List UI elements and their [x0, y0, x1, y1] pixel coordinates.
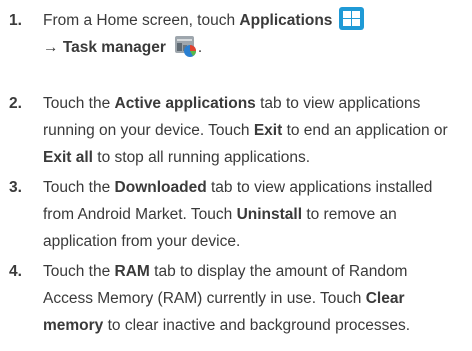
step-line: → Task manager . [43, 34, 468, 61]
bold-term: Applications [239, 12, 333, 29]
step-line: Touch the Downloaded tab to view applica… [43, 174, 468, 201]
step-line: Access Memory (RAM) currently in use. To… [43, 285, 468, 312]
text-run: to remove an [302, 206, 397, 223]
text-run: from Android Market. Touch [43, 206, 237, 223]
bold-term: Exit all [43, 149, 93, 166]
step-text: Touch the Active applications tab to vie… [43, 90, 468, 171]
bold-term: Uninstall [236, 206, 303, 223]
text-run: running on your device. Touch [43, 122, 254, 139]
text-run: Touch the [43, 95, 115, 112]
bold-term: RAM [114, 263, 150, 280]
text-run: tab to view applications [255, 95, 421, 112]
text-run: application from your device. [43, 233, 241, 250]
bold-term: memory [43, 317, 104, 334]
applications-grid-icon [339, 7, 365, 30]
step-line: from Android Market. Touch Uninstall to … [43, 201, 468, 228]
step-number: 4. [9, 263, 22, 280]
step-line: Touch the RAM tab to display the amount … [43, 258, 468, 285]
text-run: to stop all running applications. [92, 149, 311, 166]
task-manager-icon [174, 34, 198, 58]
arrow-glyph: → [43, 39, 59, 56]
step-line: memory to clear inactive and background … [43, 312, 468, 339]
bold-term: Clear [365, 290, 405, 307]
text-run: to clear inactive and background process… [103, 317, 411, 334]
step-text: From a Home screen, touch Applications →… [43, 7, 468, 61]
step-text: Touch the Downloaded tab to view applica… [43, 174, 468, 255]
text-run: tab to display the amount of Random [149, 263, 408, 280]
bold-term: Active applications [114, 95, 256, 112]
step-text: Touch the RAM tab to display the amount … [43, 258, 468, 339]
text-run: . [197, 39, 203, 56]
step-number: 3. [9, 179, 22, 196]
step-line: application from your device. [43, 228, 468, 255]
text-run: From a Home screen, touch [43, 12, 240, 29]
step-line: running on your device. Touch Exit to en… [43, 117, 468, 144]
text-run: tab to view applications installed [206, 179, 433, 196]
bold-term: Task manager [62, 39, 166, 56]
text-run: Touch the [43, 263, 115, 280]
text-run: Touch the [43, 179, 115, 196]
text-run: to end an application or [282, 122, 448, 139]
step-number: 1. [9, 12, 22, 29]
step-number: 2. [9, 95, 22, 112]
step-line: From a Home screen, touch Applications [43, 7, 468, 34]
instructions-page: 1. From a Home screen, touch Application… [0, 0, 472, 351]
bold-term: Downloaded [114, 179, 207, 196]
step-line: Touch the Active applications tab to vie… [43, 90, 468, 117]
text-run: Access Memory (RAM) currently in use. To… [43, 290, 366, 307]
step-line: Exit all to stop all running application… [43, 144, 468, 171]
bold-term: Exit [253, 122, 283, 139]
